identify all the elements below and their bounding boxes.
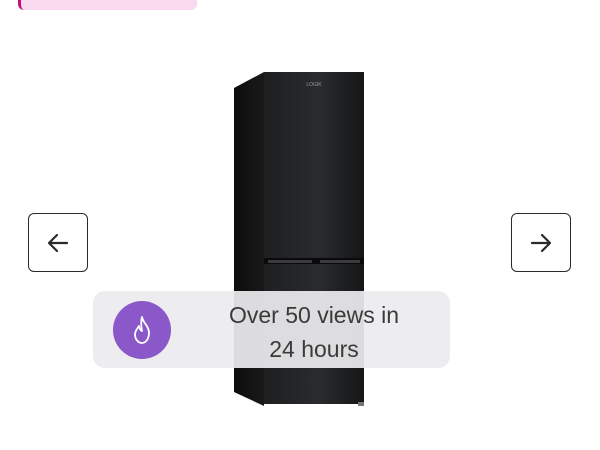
flame-icon (134, 316, 150, 344)
next-image-button[interactable] (511, 213, 571, 272)
previous-image-button[interactable] (28, 213, 88, 272)
arrow-right-icon (530, 233, 552, 252)
views-notification: Over 50 views in 24 hours (93, 291, 450, 368)
views-message: Over 50 views in 24 hours (209, 298, 419, 366)
flame-icon-badge (113, 301, 171, 359)
brand-mark: LOGIK (306, 82, 322, 88)
arrow-left-icon (47, 233, 69, 252)
views-message-line1: Over 50 views in (228, 302, 399, 328)
product-image-gallery: LOGIK (0, 0, 600, 450)
views-message-line2: 24 hours (269, 336, 359, 362)
